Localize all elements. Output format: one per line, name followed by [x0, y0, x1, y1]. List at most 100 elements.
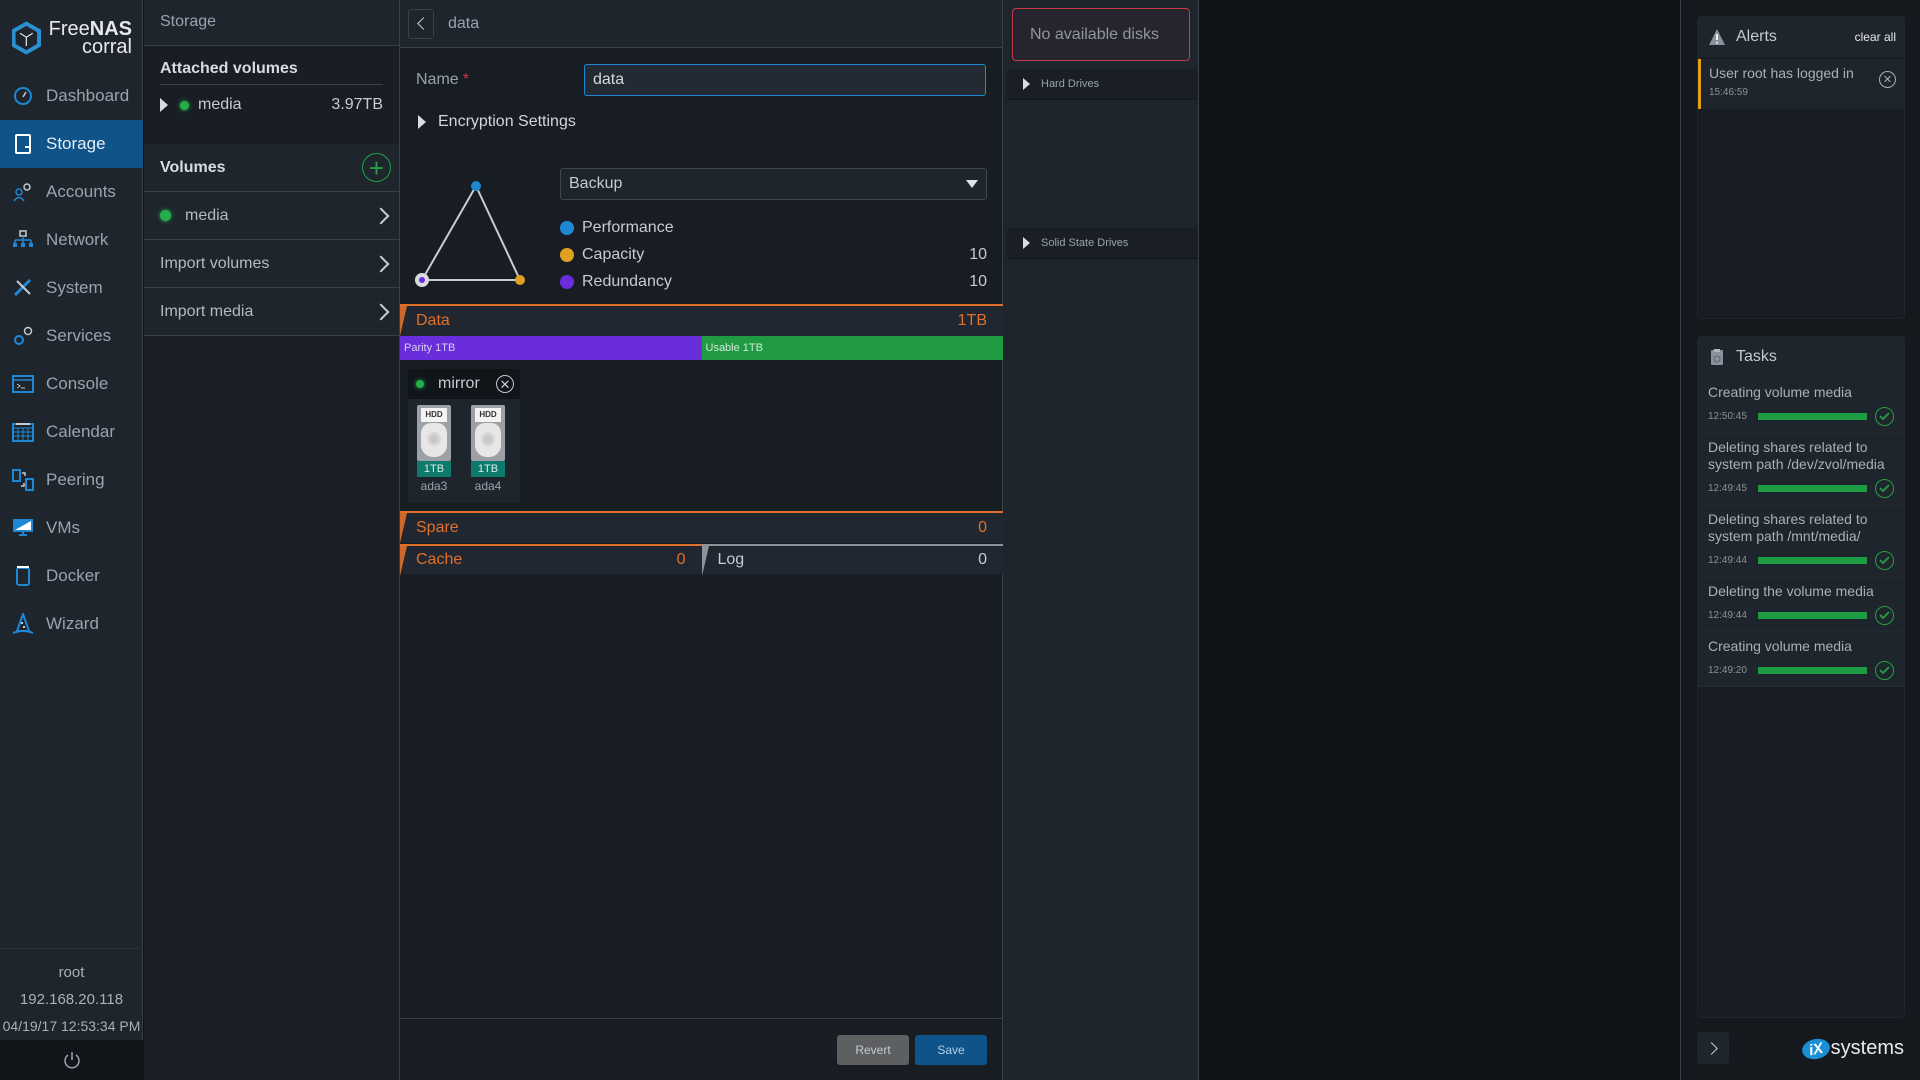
task-time: 12:49:44 [1708, 610, 1747, 621]
hard-drives-group[interactable]: Hard Drives [1007, 69, 1198, 100]
ixsystems-logo: iX systems [1799, 1035, 1904, 1062]
nav-label: Peering [46, 470, 105, 489]
vdev-mirror[interactable]: mirror ✕ HDD 1TB ada3 HDD 1TB ada4 [408, 369, 520, 503]
task-time: 12:49:45 [1708, 483, 1747, 494]
log-label: Log [717, 551, 745, 568]
spare-label: Spare [416, 519, 459, 536]
task-complete-icon [1875, 661, 1894, 680]
no-disks-message: No available disks [1012, 8, 1190, 61]
nav-peering[interactable]: Peering [0, 456, 143, 504]
vdev-type: mirror [438, 375, 480, 392]
nav-console[interactable]: Console [0, 360, 143, 408]
nav-label: Calendar [46, 422, 115, 441]
task-progress-bar [1758, 612, 1867, 619]
topology-metrics: Performance Capacity 10 Redundancy 10 [560, 214, 987, 295]
nav-wizard[interactable]: Wizard [0, 600, 143, 648]
add-volume-button[interactable]: + [362, 153, 391, 182]
ssd-group[interactable]: Solid State Drives [1007, 228, 1198, 259]
available-disks-panel: No available disks Hard Drives Solid Sta… [1003, 0, 1199, 1080]
nav-services[interactable]: Services [0, 312, 143, 360]
encryption-settings-toggle[interactable]: Encryption Settings [418, 113, 576, 131]
clear-all-button[interactable]: clear all [1855, 30, 1896, 44]
task-time: 12:50:45 [1708, 411, 1747, 422]
back-button[interactable] [408, 8, 434, 39]
alerts-title: Alerts [1736, 28, 1777, 45]
task-progress-bar [1758, 557, 1867, 564]
attached-volume-row[interactable]: media 3.97TB [160, 85, 383, 125]
chevron-left-icon [416, 17, 430, 30]
log-section[interactable]: Log 0 [701, 544, 1003, 576]
import-volumes-item[interactable]: Import volumes [144, 240, 399, 288]
cache-log-row: Cache 0 Log 0 [400, 544, 1003, 576]
import-volumes-label: Import volumes [160, 254, 270, 272]
remove-vdev-button[interactable]: ✕ [496, 375, 514, 393]
nav-docker[interactable]: Docker [0, 552, 143, 600]
tasks-title: Tasks [1736, 348, 1777, 365]
network-icon [12, 229, 34, 251]
disk-item[interactable]: HDD 1TB ada3 [414, 405, 454, 493]
attached-volume-name: media [198, 96, 242, 113]
vdev-disks: HDD 1TB ada3 HDD 1TB ada4 [408, 399, 520, 493]
power-icon [63, 1052, 80, 1069]
dismiss-alert-button[interactable]: ✕ [1879, 71, 1896, 88]
import-media-item[interactable]: Import media [144, 288, 399, 336]
nav-network[interactable]: Network [0, 216, 143, 264]
task-text: Deleting the volume media [1708, 583, 1874, 599]
disk-kind: HDD [421, 408, 447, 422]
disk-item[interactable]: HDD 1TB ada4 [468, 405, 508, 493]
system-wrench-icon [12, 277, 34, 299]
name-label-text: Name [416, 71, 459, 88]
hdd-icon: HDD [471, 405, 505, 461]
cache-count: 0 [676, 551, 686, 568]
spare-count: 0 [978, 519, 987, 536]
save-button[interactable]: Save [915, 1034, 987, 1065]
nav-label: VMs [46, 518, 80, 537]
alert-item: User root has logged in 15:46:59 ✕ [1698, 59, 1904, 109]
disk-name: ada4 [474, 479, 502, 493]
editor-title: data [448, 14, 480, 32]
spare-section[interactable]: Spare 0 [400, 511, 1003, 543]
task-time: 12:49:44 [1708, 555, 1747, 566]
usable-segment: Usable 1TB [701, 336, 1003, 360]
status-online-icon [180, 100, 189, 110]
data-vdevs-section: Data 1TB Parity 1TB Usable 1TB [400, 304, 1003, 360]
attached-volume-size: 3.97TB [331, 96, 383, 113]
expand-triangle-icon [1023, 78, 1030, 90]
expand-triangle-icon[interactable] [160, 98, 168, 112]
nav-calendar[interactable]: Calendar [0, 408, 143, 456]
nav-dashboard[interactable]: Dashboard [0, 72, 143, 120]
alert-text: User root has logged in [1709, 65, 1854, 81]
metric-redundancy: Redundancy 10 [560, 268, 987, 295]
task-text: Deleting shares related to system path /… [1708, 439, 1885, 472]
tasks-header: Tasks [1698, 337, 1904, 377]
nav-label: Accounts [46, 182, 116, 201]
power-button[interactable] [0, 1040, 143, 1080]
nav-system[interactable]: System [0, 264, 143, 312]
console-terminal-icon [12, 373, 34, 395]
volumes-header: Volumes + [144, 144, 399, 192]
revert-button[interactable]: Revert [837, 1034, 909, 1065]
task-text: Creating volume media [1708, 638, 1852, 654]
nav-storage[interactable]: Storage [0, 120, 143, 168]
task-item: Deleting shares related to system path /… [1698, 432, 1904, 504]
current-datetime: 04/19/17 12:53:34 PM [2, 1018, 141, 1034]
nav-accounts[interactable]: Accounts [0, 168, 143, 216]
expand-panel-button[interactable] [1697, 1032, 1729, 1064]
metric-capacity: Capacity 10 [560, 241, 987, 268]
volume-name-input[interactable] [584, 64, 986, 96]
volume-item-media[interactable]: media [144, 192, 399, 240]
required-marker: * [462, 71, 469, 88]
cache-section[interactable]: Cache 0 [400, 544, 702, 576]
nav-vms[interactable]: VMs [0, 504, 143, 552]
clipboard-icon [1711, 349, 1723, 365]
triangle-edge [421, 185, 477, 281]
topology-triangle-chart[interactable] [412, 178, 532, 288]
preset-select[interactable]: Backup [560, 168, 987, 200]
data-label: Data [416, 312, 450, 329]
metric-value: 10 [969, 272, 987, 290]
group-label: Solid State Drives [1041, 237, 1129, 249]
redundancy-vertex [419, 277, 425, 283]
task-text: Deleting shares related to system path /… [1708, 511, 1868, 544]
editor-footer: Revert Save [400, 1018, 1003, 1080]
capacity-breakdown-bar: Parity 1TB Usable 1TB [400, 336, 1003, 360]
